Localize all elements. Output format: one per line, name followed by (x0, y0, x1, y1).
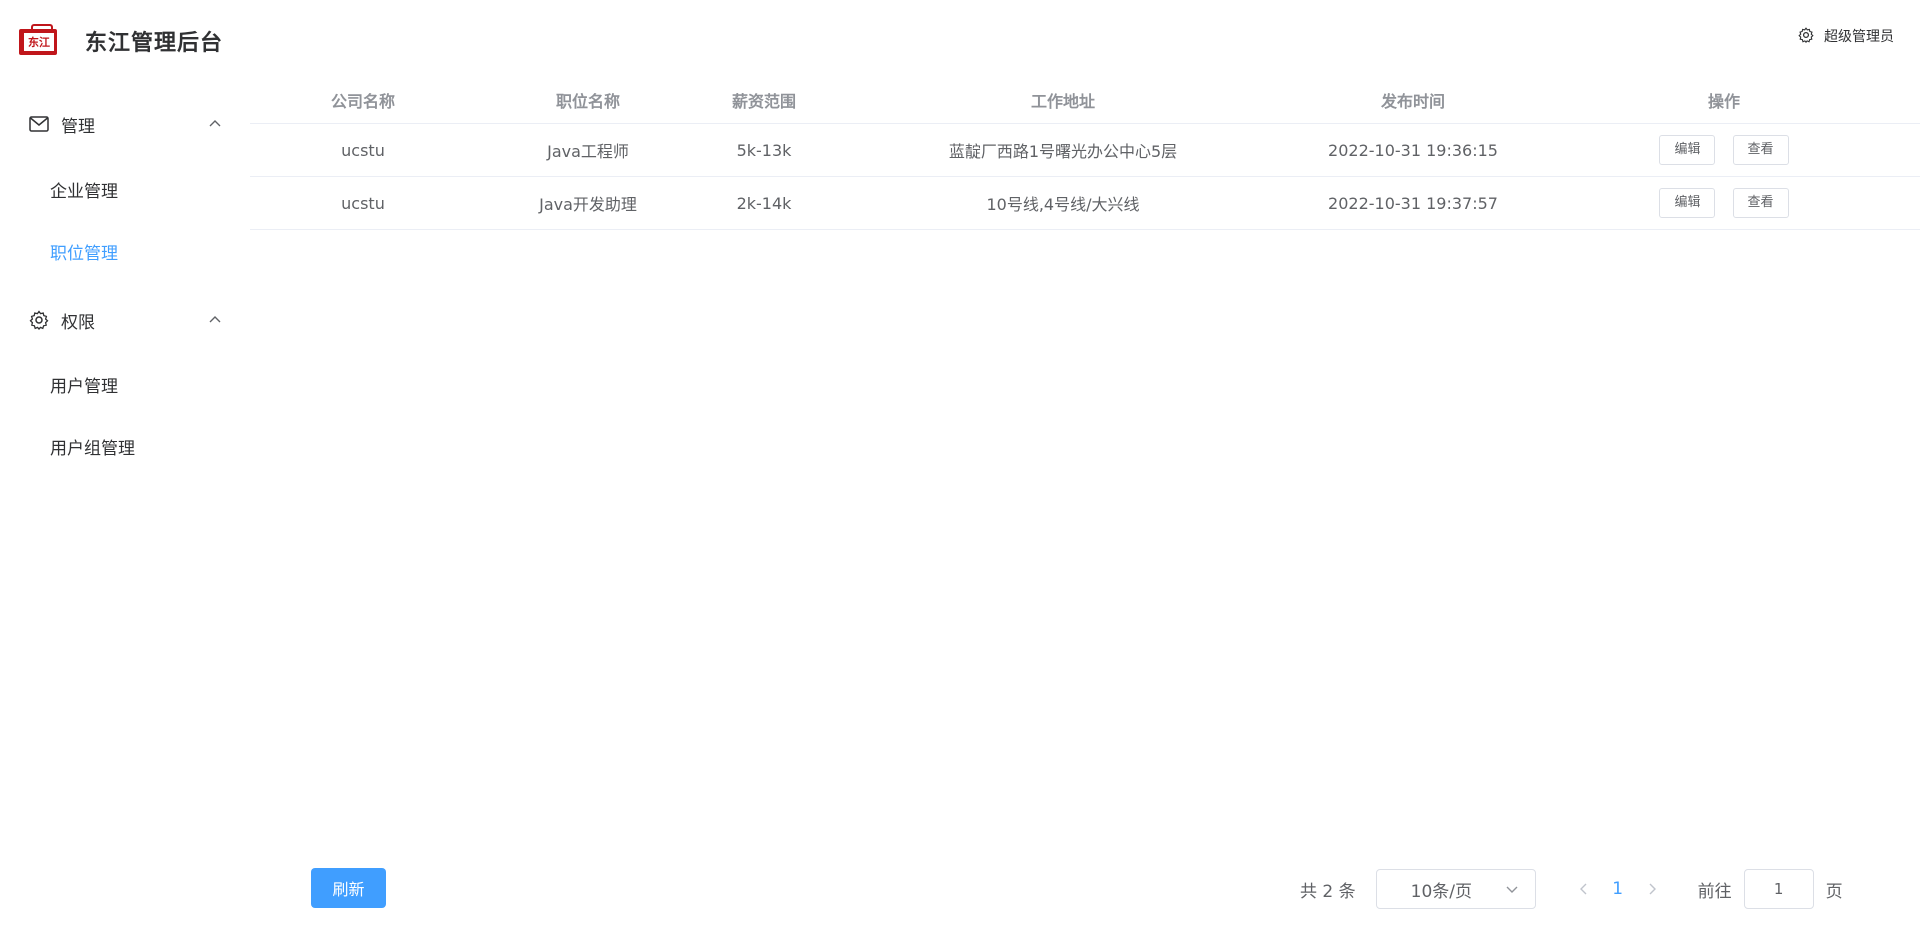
cell-position: Java开发助理 (539, 195, 637, 214)
chevron-down-icon (1505, 883, 1519, 897)
brand-title: 东江管理后台 (85, 31, 224, 56)
user-menu[interactable]: 超级管理员 (1798, 26, 1894, 46)
cell-time: 2022-10-31 19:37:57 (1328, 193, 1498, 213)
cell-address: 蓝靛厂西路1号曙光办公中心5层 (948, 142, 1178, 161)
edit-button[interactable]: 编辑 (1659, 135, 1716, 165)
gear-icon (1798, 27, 1816, 45)
next-page-button[interactable] (1638, 874, 1668, 904)
view-button[interactable]: 查看 (1732, 135, 1789, 165)
page-suffix: 页 (1825, 881, 1843, 902)
cell-company: ucstu (341, 140, 385, 160)
sidebar-item-user-groups[interactable]: 用户组管理 (0, 421, 248, 471)
table-row: ucstu Java开发助理 2k-14k 10号线,4号线/大兴线 2022-… (250, 177, 1920, 230)
column-header: 薪资范围 (731, 91, 796, 111)
chevron-up-icon (208, 312, 222, 326)
goto-label: 前往 (1697, 881, 1732, 902)
cell-actions: 编辑 查看 (1528, 188, 1920, 218)
chevron-up-icon (208, 116, 222, 130)
page-size-value: 10条/页 (1410, 881, 1472, 902)
column-header: 职位名称 (555, 91, 620, 111)
sidebar-item-position[interactable]: 职位管理 (0, 226, 248, 276)
goto-page-input[interactable]: 1 (1743, 869, 1814, 909)
cell-address: 10号线,4号线/大兴线 (986, 195, 1140, 214)
edit-button[interactable]: 编辑 (1659, 188, 1716, 218)
refresh-button[interactable]: 刷新 (311, 868, 386, 908)
table-row: ucstu Java工程师 5k-13k 蓝靛厂西路1号曙光办公中心5层 202… (250, 124, 1920, 177)
column-header: 发布时间 (1380, 91, 1445, 111)
menu-group-label: 权限 (61, 312, 95, 333)
menu-group-manage[interactable]: 管理 (0, 96, 248, 152)
page-number-1[interactable]: 1 (1598, 879, 1638, 899)
sidebar-item-users[interactable]: 用户管理 (0, 359, 248, 409)
cell-position: Java工程师 (547, 142, 629, 161)
cell-salary: 5k-13k (736, 140, 792, 160)
brand-logo: 东江 (17, 24, 59, 58)
view-button[interactable]: 查看 (1732, 188, 1789, 218)
gear-icon (28, 309, 50, 331)
menu-group-label: 管理 (61, 116, 95, 137)
cell-salary: 2k-14k (736, 193, 792, 213)
column-header: 公司名称 (330, 91, 395, 111)
sidebar-item-company[interactable]: 企业管理 (0, 164, 248, 214)
sidebar: 东江 东江管理后台 管理 企业管理 职位管理 权限 用户管理 用户组管理 (0, 0, 248, 930)
cell-actions: 编辑 查看 (1528, 135, 1920, 165)
cell-time: 2022-10-31 19:36:15 (1328, 140, 1498, 160)
column-header: 操作 (1707, 91, 1740, 111)
cell-company: ucstu (341, 193, 385, 213)
pagination: 共 2 条 10条/页 1 前往 1 页 (1300, 869, 1843, 909)
user-name: 超级管理员 (1824, 29, 1894, 45)
mail-icon (28, 113, 50, 135)
page-size-select[interactable]: 10条/页 (1375, 869, 1536, 909)
menu-group-permission[interactable]: 权限 (0, 292, 248, 348)
total-count: 共 2 条 (1300, 881, 1356, 902)
table-header: 公司名称 职位名称 薪资范围 工作地址 发布时间 操作 (250, 76, 1920, 124)
prev-page-button[interactable] (1568, 874, 1598, 904)
positions-table: 公司名称 职位名称 薪资范围 工作地址 发布时间 操作 ucstu Java工程… (250, 76, 1920, 230)
column-header: 工作地址 (1030, 91, 1095, 111)
brand: 东江 东江管理后台 (17, 24, 223, 58)
